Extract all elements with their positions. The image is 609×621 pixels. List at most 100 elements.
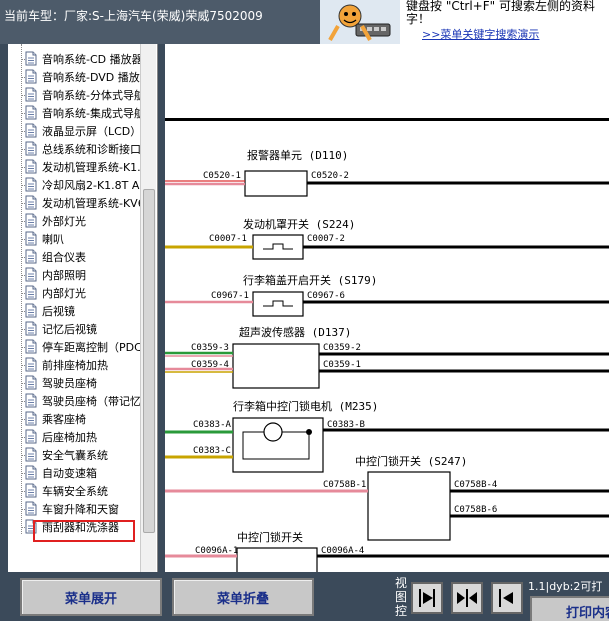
sidebar-item-label: 车窗升降和天窗: [42, 503, 119, 516]
document-icon: [25, 213, 37, 228]
sidebar-item[interactable]: 音响系统-CD 播放器: [8, 50, 148, 68]
document-icon: [25, 447, 37, 462]
document-icon: [25, 483, 37, 498]
document-icon: [25, 141, 37, 156]
sidebar-item[interactable]: 车窗升降和天窗: [8, 500, 148, 518]
document-icon: [25, 231, 37, 246]
sidebar-item[interactable]: 后座椅加热: [8, 428, 148, 446]
sidebar-item[interactable]: 冷却风扇2-K1.8T A: [8, 176, 148, 194]
pin-label: C0359-2: [323, 343, 361, 353]
keyboard-mascot-icon: [320, 0, 400, 44]
component-title: 行李箱中控门锁电机 (M235): [233, 399, 378, 413]
sidebar-item[interactable]: 自动变速箱: [8, 464, 148, 482]
menu-expand-button[interactable]: 菜单展开: [20, 578, 162, 616]
sidebar-item[interactable]: 内部照明: [8, 266, 148, 284]
sidebar-item[interactable]: 驾驶员座椅: [8, 374, 148, 392]
sidebar-item-label: 冷却风扇2-K1.8T A: [42, 179, 140, 192]
sidebar-item-label: 后座椅加热: [42, 431, 97, 444]
scrollbar-thumb[interactable]: [143, 189, 155, 533]
sidebar-item-label: 组合仪表: [42, 251, 86, 264]
ultrasonic-sensor-box: [232, 343, 320, 389]
document-icon: [25, 285, 37, 300]
motor-symbol-icon: [263, 422, 283, 442]
sidebar-item[interactable]: 音响系统-集成式导航: [8, 104, 148, 122]
sidebar-item[interactable]: 内部灯光: [8, 284, 148, 302]
component-title: 中控门锁开关: [237, 530, 303, 544]
sidebar-item[interactable]: 喇叭: [8, 230, 148, 248]
document-icon: [25, 321, 37, 336]
pin-label: C0096A-1: [195, 546, 238, 556]
wiring-diagram-svg: 报警器单元 (D110) C0520-1 C0520-2 发动机罩开关 (S22…: [165, 118, 609, 572]
sidebar-item-label: 总线系统和诊断接口: [42, 143, 141, 156]
search-demo-link[interactable]: >>菜单关键字搜索演示: [422, 26, 539, 42]
sidebar-item[interactable]: 音响系统-DVD 播放器: [8, 68, 148, 86]
sidebar-item[interactable]: 组合仪表: [8, 248, 148, 266]
document-icon: [25, 249, 37, 264]
document-icon: [25, 519, 37, 534]
sidebar-item-label: 自动变速箱: [42, 467, 97, 480]
sidebar-item[interactable]: 记忆后视镜: [8, 320, 148, 338]
sidebar-scrollbar[interactable]: [140, 44, 156, 572]
sidebar-item-label: 记忆后视镜: [42, 323, 97, 336]
pin-label: C0758B-1: [323, 480, 366, 490]
pin-label: C0383-A: [193, 420, 232, 430]
sidebar-item-label: 车辆安全系统: [42, 483, 146, 499]
document-icon: [25, 375, 37, 390]
sidebar-item-label: 停车距离控制（PDC）: [42, 341, 146, 354]
view-control-label: 视图控: [395, 576, 408, 618]
sidebar-item-label: 驾驶员座椅（带记忆）: [42, 395, 146, 408]
sidebar-item[interactable]: 发动机管理系统-K1.8T: [8, 158, 148, 176]
view-next-button[interactable]: [491, 582, 523, 614]
sidebar-item[interactable]: 安全气囊系统: [8, 446, 148, 464]
component-title: 超声波传感器 (D137): [239, 325, 351, 339]
sidebar-tree: 音响系统-CD 播放器 音响系统-DVD 播放器 音响系统-分体式导航 音响系统-集成…: [8, 44, 158, 572]
print-button[interactable]: 打印内容: [530, 596, 609, 621]
sidebar-item[interactable]: 总线系统和诊断接口: [8, 140, 148, 158]
sidebar-item-label: 安全气囊系统: [42, 449, 108, 462]
header-bar: 当前车型：厂家:S-上海汽车(荣威)荣威7502009 键盘按 "Ctrl+F"…: [0, 0, 609, 44]
view-prev-button[interactable]: [411, 582, 443, 614]
component-title: 报警器单元 (D110): [247, 148, 348, 162]
document-icon: [25, 159, 37, 174]
document-icon: [25, 411, 37, 426]
sidebar-item[interactable]: 停车距离控制（PDC）: [8, 338, 148, 356]
search-tip-text: 键盘按 "Ctrl+F" 可搜索左侧的资料: [406, 0, 595, 13]
sidebar-item[interactable]: 乘客座椅: [8, 410, 148, 428]
sidebar-item-label: 前排座椅加热: [42, 359, 108, 372]
sidebar-item[interactable]: 液晶显示屏（LCD）: [8, 122, 148, 140]
pin-label: C0967-1: [211, 291, 249, 301]
menu-collapse-button[interactable]: 菜单折叠: [172, 578, 314, 616]
sidebar-item-label: 音响系统-DVD 播放器: [42, 71, 146, 84]
component-title: 发动机罩开关 (S224): [243, 217, 355, 231]
sidebar-item[interactable]: 前排座椅加热: [8, 356, 148, 374]
pin-label: C0383-C: [193, 446, 231, 456]
document-icon: [25, 177, 37, 192]
sidebar-item[interactable]: 外部灯光: [8, 212, 148, 230]
sidebar-item[interactable]: 音响系统-分体式导航: [8, 86, 148, 104]
sidebar-item-label: 音响系统-集成式导航: [42, 107, 145, 120]
sidebar-item[interactable]: 发动机管理系统-KV6: [8, 194, 148, 212]
sidebar-item-label: 喇叭: [42, 233, 64, 246]
door-lock-switch-box: [367, 471, 451, 541]
sidebar-item-label: 音响系统-分体式导航: [42, 89, 145, 102]
document-icon: [25, 501, 37, 516]
trunk-switch-box: [252, 291, 304, 317]
document-icon: [25, 123, 37, 138]
pin-label: C0758B-6: [454, 505, 497, 515]
wiring-diagram: 报警器单元 (D110) C0520-1 C0520-2 发动机罩开关 (S22…: [165, 44, 609, 572]
app-window: 当前车型：厂家:S-上海汽车(荣威)荣威7502009 键盘按 "Ctrl+F"…: [0, 0, 609, 621]
sidebar-item-label: 内部照明: [42, 269, 86, 282]
document-icon: [25, 339, 37, 354]
sidebar-item[interactable]: 后视镜: [8, 302, 148, 320]
pin-label: C0520-2: [311, 171, 349, 181]
sidebar-item[interactable]: 雨刮器和洗涤器: [8, 518, 148, 536]
search-tip-text-cont: 字！: [406, 12, 431, 26]
search-tip-panel: 键盘按 "Ctrl+F" 可搜索左侧的资料 字！ >>菜单关键字搜索演示: [320, 0, 609, 44]
sidebar-item-label: 乘客座椅: [42, 413, 86, 426]
current-car-label: 当前车型：厂家:S-上海汽车(荣威)荣威7502009: [4, 9, 263, 23]
sidebar-item[interactable]: 车辆安全系统: [8, 482, 148, 500]
sidebar-item-label: 音响系统-CD 播放器: [42, 53, 143, 66]
view-split-button[interactable]: [451, 582, 483, 614]
sidebar-item[interactable]: 驾驶员座椅（带记忆）: [8, 392, 148, 410]
component-title: 中控门锁开关 (S247): [355, 454, 467, 468]
